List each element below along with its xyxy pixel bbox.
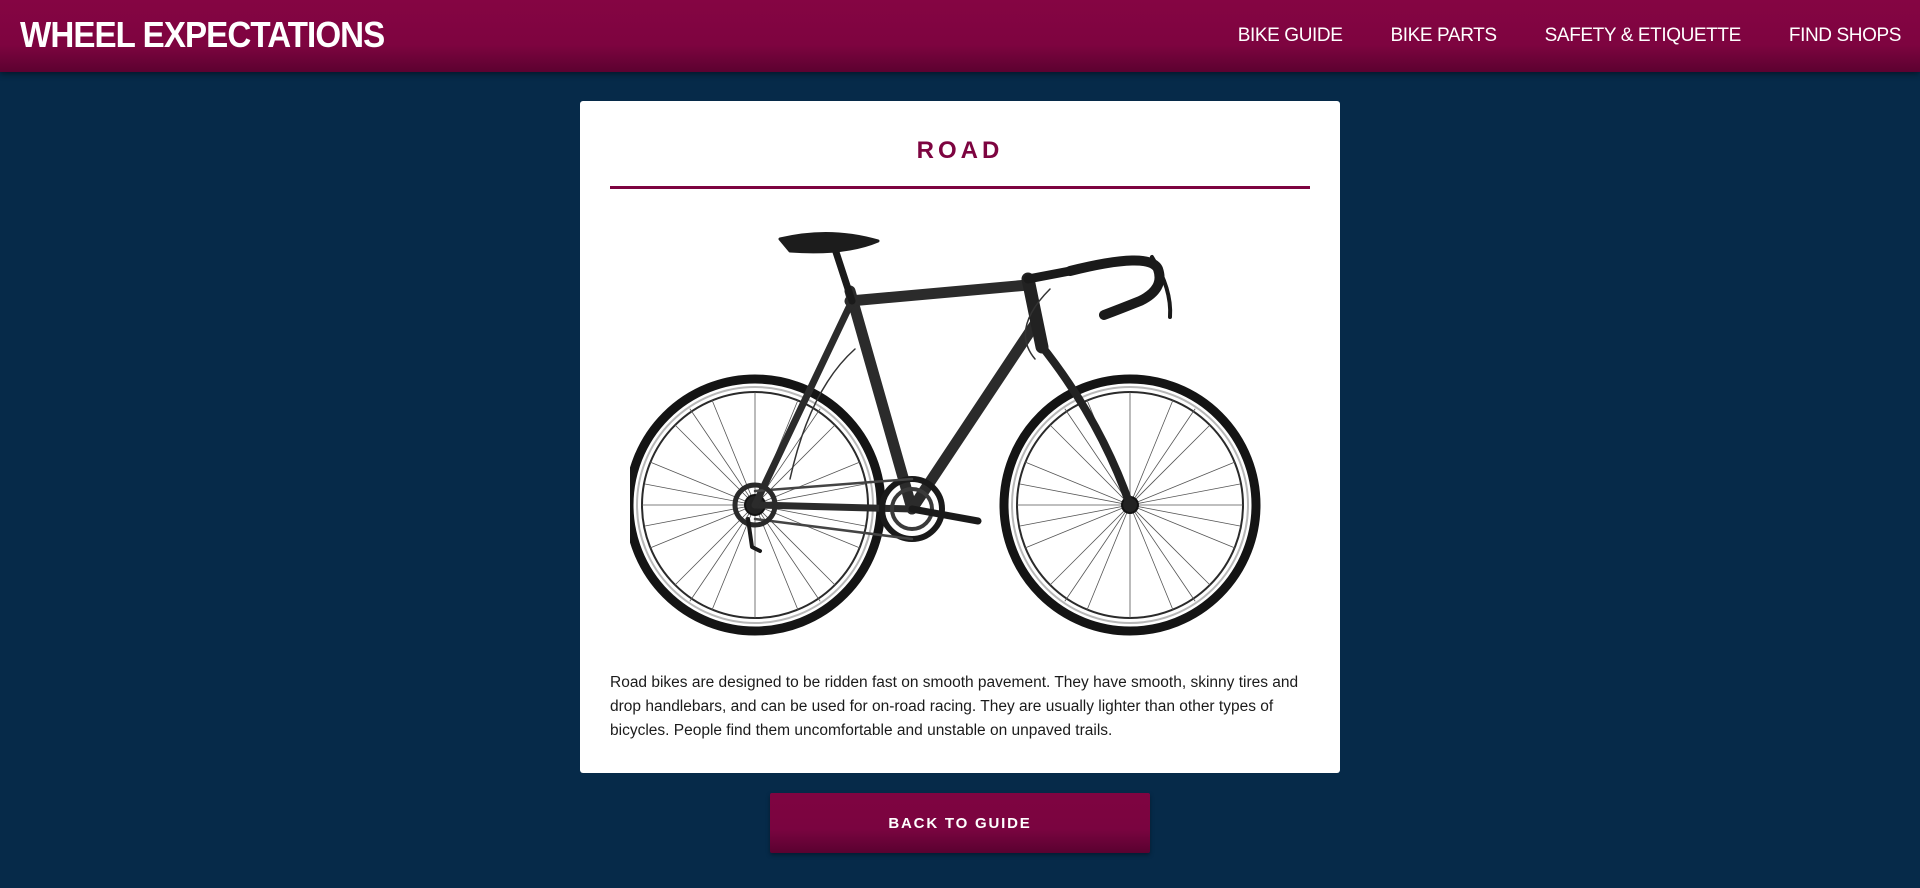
nav-bike-parts[interactable]: BIKE PARTS — [1390, 25, 1497, 47]
nav-find-shops[interactable]: FIND SHOPS — [1789, 25, 1902, 47]
brand-logo[interactable]: WHEEL EXPECTATIONS — [20, 14, 385, 56]
card-title: ROAD — [916, 137, 1004, 164]
nav-safety-etiquette[interactable]: SAFETY & ETIQUETTE — [1545, 25, 1742, 47]
back-to-guide-button[interactable]: BACK TO GUIDE — [770, 793, 1150, 853]
nav-bike-guide[interactable]: BIKE GUIDE — [1238, 25, 1343, 47]
road-bike-image — [630, 231, 1261, 636]
card-description: Road bikes are designed to be ridden fas… — [610, 674, 1299, 739]
main-nav: BIKE GUIDE BIKE PARTS SAFETY & ETIQUETTE… — [1238, 25, 1902, 47]
bike-type-card: ROAD Road bikes are designed to be ridde… — [580, 101, 1340, 773]
top-navbar: WHEEL EXPECTATIONS BIKE GUIDE BIKE PARTS… — [0, 0, 1920, 72]
title-divider — [610, 186, 1310, 189]
